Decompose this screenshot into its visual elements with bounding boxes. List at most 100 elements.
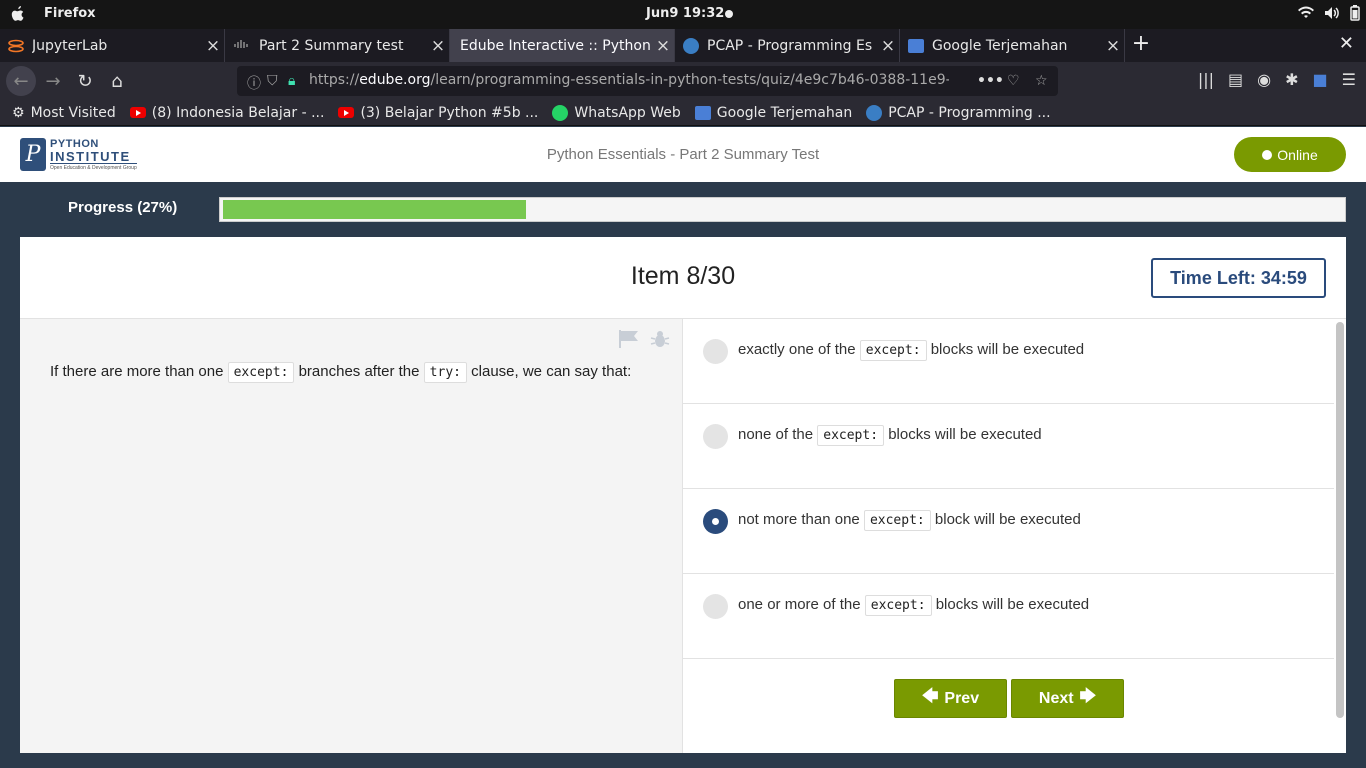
pcap-icon <box>683 37 699 54</box>
answer-text[interactable]: none of the except: blocks will be execu… <box>738 425 1042 446</box>
tab-pcap[interactable]: PCAP - Programming Es × <box>675 29 900 62</box>
close-tab-icon[interactable]: × <box>1102 36 1124 56</box>
bookmark-star-icon[interactable]: ☆ <box>1035 73 1048 89</box>
system-tray <box>1298 5 1360 21</box>
home-button[interactable]: ⌂ <box>102 66 132 96</box>
translate-extension-icon[interactable]: ■ <box>1313 70 1328 89</box>
pocket-icon[interactable]: ♡ <box>1007 73 1020 89</box>
bookmark-whatsapp[interactable]: WhatsApp Web <box>552 104 681 121</box>
url-bar[interactable]: ⓘ ⛉ 🔒︎ https://edube.org/learn/programmi… <box>237 66 1058 96</box>
next-button[interactable]: Next 🡆 <box>1011 679 1124 718</box>
answer-text[interactable]: one or more of the except: blocks will b… <box>738 595 1089 616</box>
radio-button[interactable] <box>703 339 728 364</box>
page-title: Python Essentials - Part 2 Summary Test <box>546 146 820 163</box>
apple-icon[interactable] <box>9 5 27 23</box>
window-close-icon[interactable]: ✕ <box>1339 33 1354 54</box>
answer-option-3[interactable]: not more than one except: block will be … <box>683 489 1334 574</box>
wifi-icon[interactable] <box>1298 6 1314 20</box>
google-translate-icon <box>694 105 711 120</box>
toolbar-right: ||| ▤ ◉ ✱ ■ ☰ <box>1198 70 1366 89</box>
progress-fill <box>223 200 526 219</box>
reader-view-icon[interactable]: ▤ <box>1228 70 1243 89</box>
scrollbar[interactable] <box>1336 322 1344 718</box>
lock-icon[interactable]: 🔒︎ <box>288 73 295 89</box>
quiz-card: Item 8/30 Time Left: 34:59 If there are … <box>20 237 1346 753</box>
bookmarks-bar: ⚙ Most Visited (8) Indonesia Belajar - ..… <box>0 100 1366 126</box>
bookmark-google-translate[interactable]: Google Terjemahan <box>694 105 852 121</box>
new-tab-button[interactable]: + <box>1128 32 1154 58</box>
bookmark-indonesia-belajar[interactable]: (8) Indonesia Belajar - ... <box>129 105 324 121</box>
code-snippet: try: <box>423 362 467 383</box>
arrow-left-icon: 🡄 <box>921 688 939 705</box>
page-header: P PYTHON INSTITUTE Open Education & Deve… <box>0 127 1366 182</box>
battery-icon[interactable] <box>1350 5 1360 21</box>
account-icon[interactable]: ◉ <box>1257 70 1271 89</box>
radio-button[interactable] <box>703 424 728 449</box>
status-label: Online <box>1277 146 1318 163</box>
url-text[interactable]: https://edube.org/learn/programming-esse… <box>309 72 949 88</box>
os-menu-bar: Firefox Jun9 19:32 <box>0 0 1366 29</box>
notification-dot-icon <box>725 10 733 18</box>
answer-option-1[interactable]: exactly one of the except: blocks will b… <box>683 319 1334 404</box>
radio-button[interactable] <box>703 594 728 619</box>
library-icon[interactable]: ||| <box>1198 70 1214 89</box>
answer-option-4[interactable]: one or more of the except: blocks will b… <box>683 574 1334 659</box>
status-dot-icon <box>1262 149 1273 160</box>
youtube-icon <box>338 107 355 118</box>
clock[interactable]: Jun9 19:32 <box>646 6 724 21</box>
nav-toolbar: ← → ↻ ⌂ ⓘ ⛉ 🔒︎ https://edube.org/learn/p… <box>0 62 1366 100</box>
menu-icon[interactable]: ☰ <box>1342 70 1356 89</box>
progress-bar <box>219 197 1346 222</box>
question-text: If there are more than one except: branc… <box>50 362 631 383</box>
answer-text[interactable]: not more than one except: block will be … <box>738 510 1081 531</box>
answers-panel: exactly one of the except: blocks will b… <box>683 319 1334 753</box>
question-panel: If there are more than one except: branc… <box>20 319 683 753</box>
google-translate-icon <box>908 38 924 53</box>
flag-icon[interactable] <box>618 329 640 349</box>
tab-part2-summary[interactable]: Part 2 Summary test × <box>225 29 450 62</box>
cisco-icon <box>234 39 248 48</box>
close-tab-icon[interactable]: × <box>877 36 899 56</box>
prev-button[interactable]: 🡄 Prev <box>894 679 1007 718</box>
extension-icon[interactable]: ✱ <box>1285 70 1298 89</box>
close-tab-icon[interactable]: × <box>427 36 449 56</box>
item-counter: Item 8/30 <box>630 262 736 290</box>
time-left: Time Left: 34:59 <box>1151 258 1326 298</box>
tab-title: Google Terjemahan <box>932 37 1068 54</box>
tab-edube-active[interactable]: Edube Interactive :: Python E × <box>450 29 675 62</box>
close-tab-icon[interactable]: × <box>202 36 224 56</box>
bug-report-icon[interactable] <box>650 329 670 349</box>
info-icon[interactable]: ⓘ <box>247 73 261 93</box>
bookmark-belajar-python[interactable]: (3) Belajar Python #5b ... <box>338 105 538 121</box>
youtube-icon <box>129 107 146 118</box>
tab-title: Edube Interactive :: Python E <box>460 37 652 54</box>
tab-title: PCAP - Programming Es <box>707 37 873 54</box>
page-actions-icon[interactable]: ••• <box>977 73 1004 89</box>
tab-jupyterlab[interactable]: JupyterLab × <box>0 29 225 62</box>
tab-google-translate[interactable]: Google Terjemahan × <box>900 29 1125 62</box>
answer-option-2[interactable]: none of the except: blocks will be execu… <box>683 404 1334 489</box>
volume-icon[interactable] <box>1324 6 1340 20</box>
back-button[interactable]: ← <box>6 66 36 96</box>
reload-button[interactable]: ↻ <box>70 66 100 96</box>
answer-text[interactable]: exactly one of the except: blocks will b… <box>738 340 1084 361</box>
tab-title: Part 2 Summary test <box>259 37 404 54</box>
bookmark-pcap[interactable]: PCAP - Programming ... <box>866 104 1051 121</box>
tracking-shield-icon[interactable]: ⛉ <box>267 73 278 89</box>
gear-icon: ⚙ <box>12 104 25 121</box>
quiz-header: Item 8/30 Time Left: 34:59 <box>20 237 1346 319</box>
close-tab-icon[interactable]: × <box>652 36 674 56</box>
tab-title: JupyterLab <box>32 37 108 54</box>
arrow-right-icon: 🡆 <box>1079 688 1097 705</box>
forward-button[interactable]: → <box>38 66 68 96</box>
logo-line3: Open Education & Development Group <box>50 164 137 171</box>
online-status-button[interactable]: Online <box>1234 137 1346 172</box>
progress-label: Progress (27%) <box>68 199 178 216</box>
tab-strip: JupyterLab × Part 2 Summary test × Edube… <box>0 29 1366 62</box>
pcap-icon <box>866 104 883 121</box>
whatsapp-icon <box>552 104 569 121</box>
radio-button-selected[interactable] <box>703 509 728 534</box>
jupyter-icon <box>8 39 24 52</box>
bookmark-most-visited[interactable]: ⚙ Most Visited <box>12 105 116 121</box>
app-name[interactable]: Firefox <box>44 6 96 21</box>
